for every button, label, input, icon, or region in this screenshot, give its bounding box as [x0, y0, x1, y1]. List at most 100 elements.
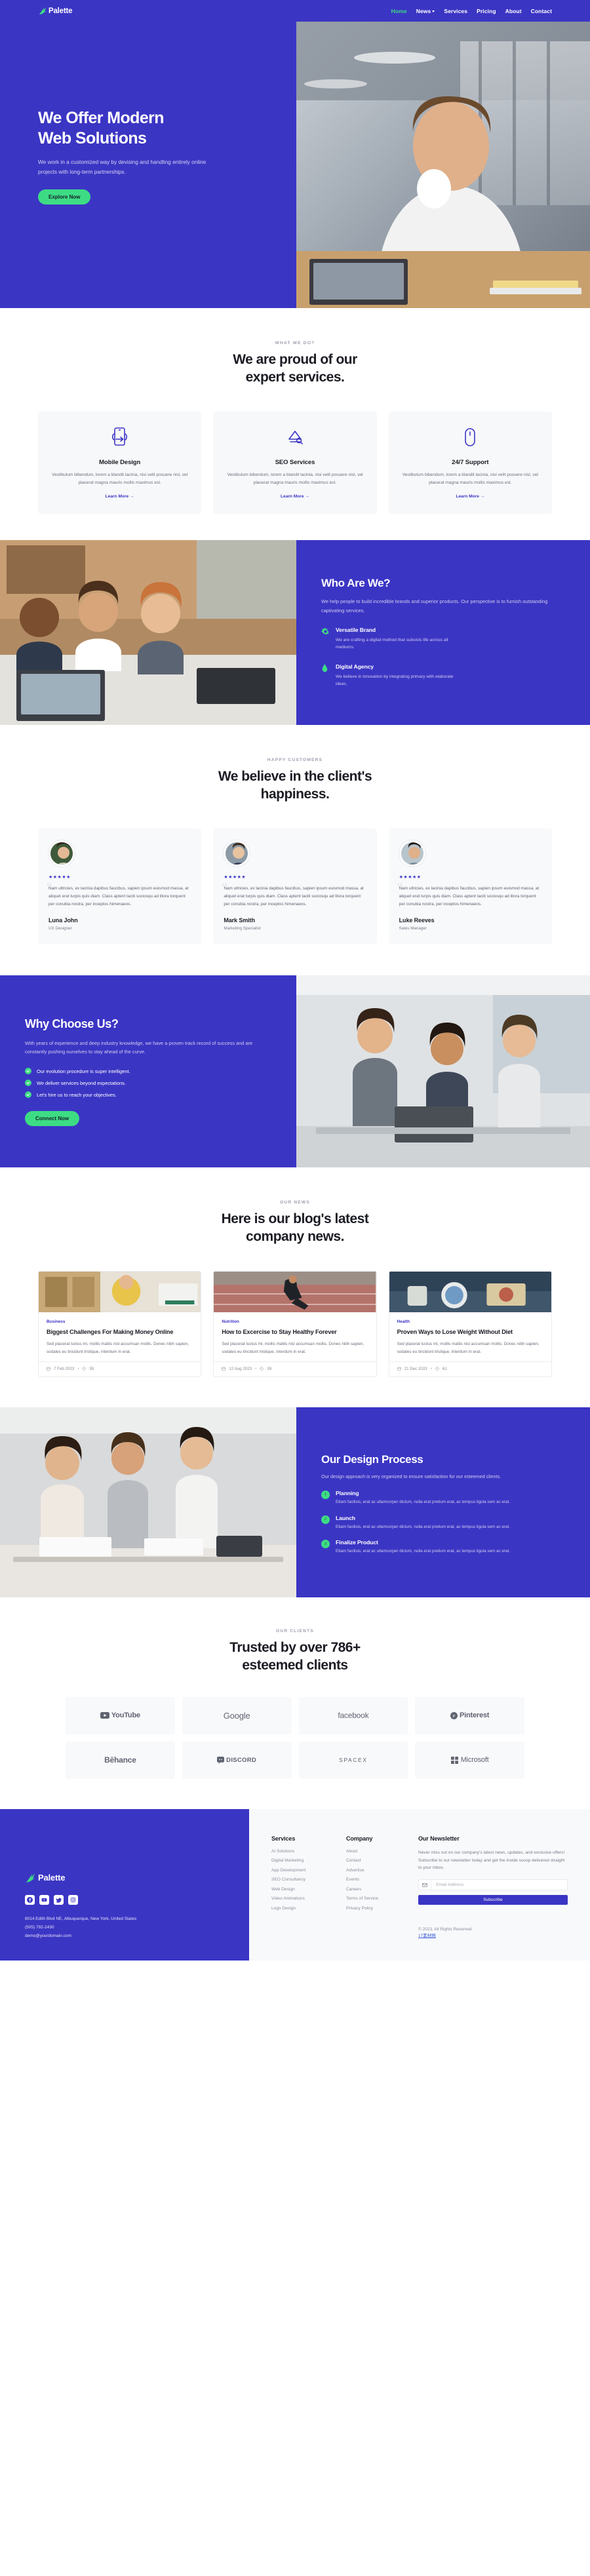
client-logo-discord[interactable]: DISCORD: [182, 1741, 292, 1779]
avatar: [399, 840, 425, 867]
step-body: Etiam facilisis, erat ac ullamcorper dic…: [336, 1549, 510, 1554]
svg-text:P: P: [453, 1714, 456, 1719]
client-logo-spacex[interactable]: SPACEX: [298, 1741, 408, 1779]
client-logo-facebook[interactable]: facebook: [298, 1696, 408, 1734]
testimonial-card: ★★★★★ “ Nam ultricies, ex lacinia dapibu…: [38, 828, 202, 945]
client-logo-google[interactable]: Google: [182, 1696, 292, 1734]
service-card[interactable]: Mobile Design Vestibulum bibendum, lorem…: [38, 411, 202, 515]
newsletter-email-input[interactable]: [431, 1883, 567, 1888]
footer-link-terms[interactable]: Terms of Service: [346, 1896, 403, 1901]
check-label: Let's hire us to reach your objectives.: [37, 1091, 117, 1098]
service-card[interactable]: 24/7 Support Vestibulum bibendum, lorem …: [388, 411, 552, 515]
footer-link-careers[interactable]: Careers: [346, 1887, 403, 1892]
blog-thumbnail: [389, 1272, 551, 1313]
feature-item: Digital Agency We believe in innovation …: [321, 663, 566, 688]
testimonial-name: Luke Reeves: [399, 917, 435, 924]
credit-link[interactable]: 17素材网: [418, 1934, 436, 1938]
footer-link-logo-design[interactable]: Logo Design: [271, 1906, 330, 1911]
learn-more-link[interactable]: Learn More →: [281, 494, 309, 499]
brand-logo[interactable]: Palette: [38, 6, 73, 16]
blog-body: Business Biggest Challenges For Making M…: [39, 1312, 201, 1361]
footer-link-ai-solutions[interactable]: AI Solutions: [271, 1849, 330, 1854]
check-item: Let's hire us to reach your objectives.: [25, 1091, 271, 1099]
footer-link-seo-consultancy[interactable]: SEO Consultancy: [271, 1877, 330, 1882]
mobile-design-icon: [49, 426, 191, 448]
why-checklist: Our evolution procedure is super intelli…: [25, 1068, 271, 1099]
step-title: Launch: [336, 1514, 355, 1521]
why-photo: [296, 975, 590, 1168]
footer-link-about[interactable]: About: [346, 1849, 403, 1854]
learn-more-link[interactable]: Learn More →: [106, 494, 134, 499]
client-logo-pinterest[interactable]: P Pinterest: [415, 1696, 524, 1734]
connect-now-button[interactable]: Connect Now: [25, 1111, 80, 1127]
footer-address: 8014 Edith Blvd NE, Albuquerque, New Yor…: [25, 1916, 137, 1921]
hero-title-line2: Web Solutions: [38, 128, 147, 147]
service-card[interactable]: SEO Services Vestibulum bibendum, lorem …: [213, 411, 377, 515]
footer-link-digital-marketing[interactable]: Digital Marketing: [271, 1858, 330, 1863]
calendar-icon: [222, 1367, 226, 1372]
blog-tag[interactable]: Business: [47, 1319, 193, 1324]
footer-column-title: Services: [271, 1835, 296, 1842]
check-item: Our evolution procedure is super intelli…: [25, 1068, 271, 1075]
footer-link-app-development[interactable]: App Development: [271, 1868, 330, 1873]
explore-now-button[interactable]: Explore Now: [38, 189, 91, 205]
footer-link-events[interactable]: Events: [346, 1877, 403, 1882]
process-step: 1 Planning Etiam facilisis, erat ac ulla…: [321, 1490, 566, 1506]
testimonials-eyebrow: HAPPY CUSTOMERS: [267, 758, 323, 763]
microsoft-icon: Microsoft: [450, 1756, 489, 1764]
blog-post-title: Proven Ways to Lose Weight Without Diet: [397, 1329, 513, 1336]
footer-link-contact[interactable]: Contact: [346, 1858, 403, 1863]
facebook-icon[interactable]: [25, 1894, 35, 1905]
services-title: We are proud of our expert services.: [0, 351, 590, 387]
nav-item-news[interactable]: News: [416, 8, 435, 14]
footer-link-web-design[interactable]: Web Design: [271, 1887, 330, 1892]
blog-card[interactable]: Business Biggest Challenges For Making M…: [38, 1271, 202, 1377]
footer-email[interactable]: demo@yourdomain.com: [25, 1934, 226, 1938]
service-cards: Mobile Design Vestibulum bibendum, lorem…: [38, 411, 552, 515]
blog-card[interactable]: Nutrition How to Excercise to Stay Healt…: [213, 1271, 377, 1377]
learn-more-link[interactable]: Learn More →: [456, 494, 484, 499]
blog-post-title: How to Excercise to Stay Healthy Forever: [222, 1329, 337, 1336]
avatar: [224, 840, 250, 867]
why-content: Why Choose Us? With years of experience …: [0, 975, 296, 1168]
testimonial-card: ★★★★★ “ Nam ultricies, ex lacinia dapibu…: [213, 828, 377, 945]
design-process-content: Our Design Process Our design approach i…: [296, 1407, 590, 1597]
blog-excerpt: Sed placerat luctus mi, mollis mattis ni…: [47, 1342, 189, 1354]
step-title: Finalize Product: [336, 1539, 378, 1546]
step-body: Etiam facilisis, erat ac ullamcorper dic…: [336, 1499, 510, 1504]
footer-link-advertise[interactable]: Advertise: [346, 1868, 403, 1873]
copyright-text: © 2023. All Rights Reserved.: [418, 1927, 473, 1932]
footer-link-video-animations[interactable]: Video Animations: [271, 1896, 330, 1901]
footer-column-title: Company: [346, 1835, 373, 1842]
client-logo-microsoft[interactable]: Microsoft: [415, 1741, 524, 1779]
studio-team-photo: [0, 1407, 296, 1597]
service-body: Vestibulum bibendum, lorem a blandit lac…: [52, 472, 188, 485]
instagram-icon[interactable]: [68, 1894, 78, 1905]
behance-wordmark: Bēhance: [104, 1755, 136, 1765]
star-rating: ★★★★★: [49, 874, 71, 880]
footer-link-privacy[interactable]: Privacy Policy: [346, 1906, 403, 1911]
youtube-icon[interactable]: [39, 1894, 49, 1905]
nav-item-pricing[interactable]: Pricing: [477, 8, 496, 14]
footer-phone[interactable]: (505) 792-2430: [25, 1925, 226, 1930]
hero-section: Palette Home News Services Pricing About…: [0, 0, 590, 308]
process-step: 3 Finalize Product Etiam facilisis, erat…: [321, 1539, 566, 1555]
nav-item-services[interactable]: Services: [444, 8, 467, 14]
nav-item-about[interactable]: About: [505, 8, 522, 14]
client-logo-behance[interactable]: Bēhance: [66, 1741, 175, 1779]
footer-logo[interactable]: Palette: [25, 1872, 226, 1884]
nav-item-contact[interactable]: Contact: [531, 8, 552, 14]
discord-icon: DISCORD: [217, 1756, 256, 1764]
client-logo-youtube[interactable]: YouTube: [66, 1696, 175, 1734]
service-body: Vestibulum bibendum, lorem a blandit lac…: [227, 472, 363, 485]
nav-item-home[interactable]: Home: [391, 8, 407, 14]
comment-icon: [260, 1367, 264, 1372]
testimonial-role: Marketing Specialist: [224, 926, 261, 931]
twitter-icon[interactable]: [54, 1894, 64, 1905]
blog-tag[interactable]: Nutrition: [222, 1319, 368, 1324]
blog-tag[interactable]: Health: [397, 1319, 543, 1324]
blog-eyebrow: OUR NEWS: [280, 1200, 310, 1205]
feature-title: Versatile Brand: [336, 626, 376, 633]
blog-card[interactable]: Health Proven Ways to Lose Weight Withou…: [388, 1271, 552, 1377]
subscribe-button[interactable]: Subscribe: [418, 1895, 568, 1905]
